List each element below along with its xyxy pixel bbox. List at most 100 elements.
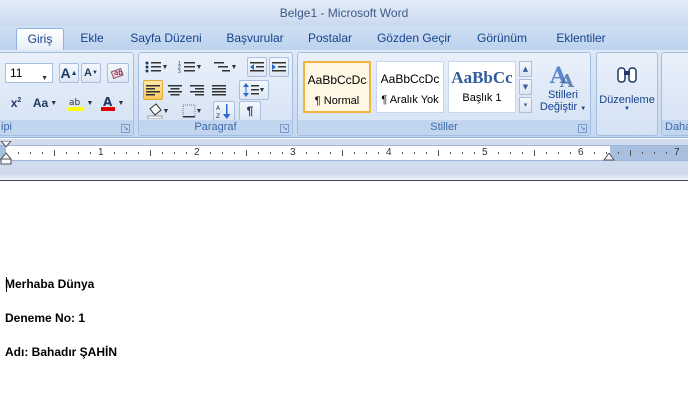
ruler-mark (258, 152, 259, 154)
ruler-mark (366, 152, 367, 154)
multilevel-list-button[interactable]: ▼ (209, 57, 241, 77)
tab-postalar[interactable]: Postalar (302, 28, 358, 50)
document-line-1[interactable]: Merhaba Dünya (5, 277, 94, 291)
show-formatting-marks-button[interactable]: ¶ (239, 101, 261, 121)
style-no-spacing-label: ¶ Aralık Yok (381, 94, 439, 106)
ruler-mark (330, 152, 331, 154)
clear-formatting-button[interactable]: ab (107, 63, 129, 83)
styles-more-icon[interactable]: ▾ (519, 97, 532, 113)
bullets-button[interactable]: ▼ (142, 57, 170, 77)
styles-scroll-down-icon[interactable]: ▼ (519, 79, 532, 95)
superscript-icon: x2 (10, 96, 22, 110)
change-styles-label-2: Değiştir ▼ (539, 101, 587, 113)
tab-basvurular[interactable]: Başvurular (220, 28, 290, 50)
ruler-mark (522, 152, 523, 154)
document-page[interactable]: Merhaba Dünya Deneme No: 1 Adı: Bahadır … (0, 181, 688, 406)
align-right-icon (190, 85, 204, 96)
horizontal-ruler[interactable]: 1 2 3 4 5 6 7 (0, 141, 688, 165)
pilcrow-icon: ¶ (246, 104, 254, 118)
ruler-mark (534, 150, 535, 156)
editing-label: Düzenleme (599, 94, 655, 106)
justify-button[interactable] (209, 80, 229, 100)
style-heading-1[interactable]: AaBbCc Başlık 1 (448, 61, 516, 113)
change-case-button[interactable]: Aa ▼ (31, 93, 59, 113)
ruler-mark (510, 152, 511, 154)
ruler-mark (630, 150, 631, 156)
ruler-mark (30, 152, 31, 154)
ribbon-tab-bar: Giriş Ekle Sayfa Düzeni Başvurular Posta… (0, 26, 688, 50)
decrease-indent-icon (250, 62, 264, 72)
align-left-button[interactable] (143, 80, 163, 100)
shading-button[interactable]: ▼ (143, 101, 173, 121)
ruler-mark (450, 152, 451, 154)
right-indent-marker-icon[interactable] (603, 153, 615, 163)
styles-dialog-launcher-icon[interactable]: ↘ (578, 124, 587, 133)
ruler-mark (462, 152, 463, 154)
multilevel-list-icon (213, 62, 230, 72)
tab-eklentiler[interactable]: Eklentiler (548, 28, 614, 50)
highlight-button[interactable]: ab ▼ (65, 93, 95, 113)
document-line-3[interactable]: Adı: Bahadır ŞAHİN (5, 345, 117, 359)
sort-button[interactable]: AZ (213, 101, 235, 121)
tab-sayfa-duzeni[interactable]: Sayfa Düzeni (126, 28, 206, 50)
increase-indent-button[interactable] (269, 57, 289, 77)
ruler-mark (666, 152, 667, 154)
ruler-mark (222, 152, 223, 154)
shrink-font-button[interactable]: A ▼ (81, 63, 101, 83)
ruler-mark (138, 152, 139, 154)
ruler-mark (54, 150, 55, 156)
tab-gorunum[interactable]: Görünüm (470, 28, 534, 50)
paragraph-group-label: Paragraf (139, 120, 292, 135)
tab-gozden-gecir[interactable]: Gözden Geçir (372, 28, 456, 50)
grow-font-button[interactable]: A ▲ (59, 63, 79, 83)
chevron-down-icon: ▼ (624, 106, 630, 112)
align-right-button[interactable] (187, 80, 207, 100)
tab-ekle[interactable]: Ekle (72, 28, 112, 50)
styles-scroll-up-icon[interactable]: ▲ (519, 61, 532, 77)
ruler-number: 5 (482, 147, 488, 158)
ruler-mark (618, 152, 619, 154)
ruler-number: 3 (290, 147, 296, 158)
font-size-box[interactable]: 11 ▼ (5, 63, 53, 83)
ruler-mark (174, 152, 175, 154)
paint-bucket-icon (147, 103, 163, 119)
ruler-mark (78, 152, 79, 154)
bullet-list-icon (145, 61, 161, 73)
svg-text:A: A (216, 105, 221, 112)
indent-marker-icon[interactable] (0, 141, 12, 165)
ruler-number: 1 (98, 147, 104, 158)
ruler-mark (306, 152, 307, 154)
shrink-font-icon: A (84, 67, 92, 79)
numbering-button[interactable]: 123 ▼ (175, 57, 205, 77)
tab-giris[interactable]: Giriş (16, 28, 64, 50)
decrease-indent-button[interactable] (247, 57, 267, 77)
change-styles-icon: AA (549, 63, 575, 89)
align-center-button[interactable] (165, 80, 185, 100)
style-heading-1-sample: AaBbCc (451, 68, 513, 87)
ruler-mark (570, 152, 571, 154)
line-spacing-button[interactable]: ▼ (239, 80, 269, 100)
justify-icon (212, 85, 226, 96)
ruler-mark (402, 152, 403, 154)
style-normal[interactable]: AaBbCcDc ¶ Normal (303, 61, 371, 113)
ruler-mark (438, 150, 439, 156)
font-dialog-launcher-icon[interactable]: ↘ (121, 124, 130, 133)
style-no-spacing[interactable]: AaBbCcDc ¶ Aralık Yok (376, 61, 444, 113)
align-left-icon (146, 85, 160, 96)
chevron-down-icon[interactable]: ▼ (41, 70, 48, 88)
font-color-button[interactable]: A ▼ (97, 93, 127, 113)
styles-group: AaBbCcDc ¶ Normal AaBbCcDc ¶ Aralık Yok … (297, 52, 591, 136)
document-line-2[interactable]: Deneme No: 1 (5, 311, 85, 325)
borders-button[interactable]: ▼ (177, 101, 207, 121)
ruler-number: 7 (674, 147, 680, 158)
superscript-button[interactable]: x2 (3, 93, 29, 113)
paragraph-dialog-launcher-icon[interactable]: ↘ (280, 124, 289, 133)
ruler-mark (474, 152, 475, 154)
ruler-mark (126, 152, 127, 154)
ruler-mark (114, 152, 115, 154)
change-styles-button[interactable]: AA Stilleri Değiştir ▼ (538, 57, 588, 119)
editing-button[interactable]: Düzenleme ▼ (599, 57, 655, 119)
style-normal-label: ¶ Normal (314, 95, 360, 107)
editing-group: Düzenleme ▼ (596, 52, 658, 136)
ruler-mark (162, 152, 163, 154)
